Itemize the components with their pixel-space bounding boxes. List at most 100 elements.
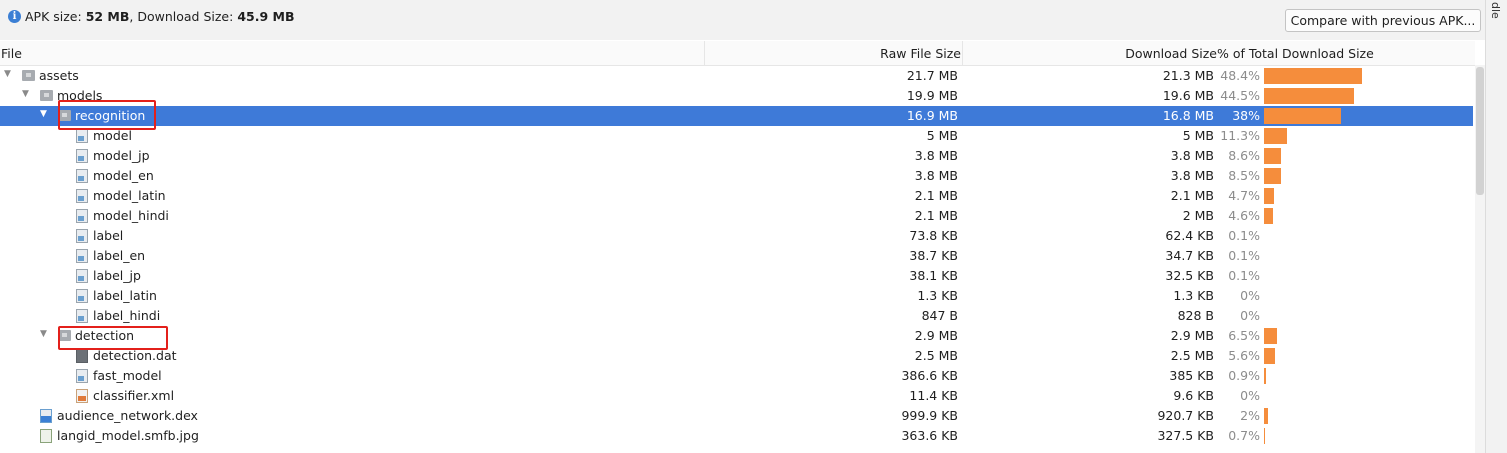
apk-size-label: APK size: <box>25 9 86 24</box>
download-size: 3.8 MB <box>1170 148 1214 163</box>
percent-of-total: 4.7% <box>1228 188 1260 203</box>
file-icon <box>76 369 88 383</box>
file-icon <box>76 309 88 323</box>
file-name: label_hindi <box>93 308 161 323</box>
file-name: label_jp <box>93 268 141 283</box>
file-icon <box>76 209 88 223</box>
tree-row-model-hindi[interactable]: model_hindi 2.1 MB 2 MB 4.6% <box>0 206 1473 226</box>
apk-size-value: 52 MB <box>85 9 130 24</box>
tree-row-model[interactable]: model 5 MB 5 MB 11.3% <box>0 126 1473 146</box>
percent-of-total: 2% <box>1240 408 1260 423</box>
raw-file-size: 386.6 KB <box>901 368 958 383</box>
file-name: model_hindi <box>93 208 169 223</box>
tree-row-label-hindi[interactable]: label_hindi 847 B 828 B 0% <box>0 306 1473 326</box>
raw-file-size: 999.9 KB <box>901 408 958 423</box>
size-share-bar <box>1264 328 1277 344</box>
tree-row-assets[interactable]: ▼ assets 21.7 MB 21.3 MB 48.4% <box>0 66 1473 86</box>
column-divider[interactable] <box>962 41 963 65</box>
compare-apk-button[interactable]: Compare with previous APK... <box>1285 9 1481 32</box>
file-icon <box>76 249 88 263</box>
image-file-icon <box>40 429 52 443</box>
file-tree-table: ▼ assets 21.7 MB 21.3 MB 48.4% ▼ models 19.9 MB… <box>0 66 1475 446</box>
column-header-percent[interactable]: % of Total Download Size <box>1217 46 1374 61</box>
tree-row-classifier-xml[interactable]: classifier.xml 11.4 KB 9.6 KB 0% <box>0 386 1473 406</box>
percent-of-total: 48.4% <box>1220 68 1260 83</box>
size-share-bar <box>1264 208 1273 224</box>
download-size: 16.8 MB <box>1162 108 1214 123</box>
expand-arrow-icon[interactable]: ▼ <box>22 89 29 99</box>
download-size: 2.1 MB <box>1170 188 1214 203</box>
tree-row-langid-model-smfb-jpg[interactable]: langid_model.smfb.jpg 363.6 KB 327.5 KB 0.7… <box>0 426 1473 446</box>
size-share-bar <box>1264 348 1275 364</box>
tree-row-detection-dat[interactable]: detection.dat 2.5 MB 2.5 MB 5.6% <box>0 346 1473 366</box>
size-share-bar <box>1264 108 1341 124</box>
tree-row-model-latin[interactable]: model_latin 2.1 MB 2.1 MB 4.7% <box>0 186 1473 206</box>
download-size: 1.3 KB <box>1173 288 1214 303</box>
size-share-bar <box>1264 408 1268 424</box>
tree-row-label-jp[interactable]: label_jp 38.1 KB 32.5 KB 0.1% <box>0 266 1473 286</box>
highlight-box-recognition <box>58 100 156 130</box>
download-size: 62.4 KB <box>1165 228 1214 243</box>
raw-file-size: 2.9 MB <box>914 328 958 343</box>
raw-file-size: 2.1 MB <box>914 208 958 223</box>
side-tool-tab[interactable]: dle <box>1489 2 1502 19</box>
download-size-label: , Download Size: <box>129 9 238 24</box>
percent-of-total: 11.3% <box>1220 128 1260 143</box>
raw-file-size: 3.8 MB <box>914 168 958 183</box>
dat-file-icon <box>76 349 88 363</box>
file-icon <box>76 169 88 183</box>
raw-file-size: 2.1 MB <box>914 188 958 203</box>
raw-file-size: 847 B <box>921 308 958 323</box>
tree-row-label[interactable]: label 73.8 KB 62.4 KB 0.1% <box>0 226 1473 246</box>
file-name: langid_model.smfb.jpg <box>57 428 199 443</box>
size-share-bar <box>1264 128 1287 144</box>
expand-arrow-icon[interactable]: ▼ <box>4 69 11 79</box>
file-name: model_en <box>93 168 154 183</box>
download-size: 327.5 KB <box>1157 428 1214 443</box>
download-size: 2.5 MB <box>1170 348 1214 363</box>
download-size: 3.8 MB <box>1170 168 1214 183</box>
download-size: 32.5 KB <box>1165 268 1214 283</box>
file-icon <box>76 149 88 163</box>
tree-row-model-en[interactable]: model_en 3.8 MB 3.8 MB 8.5% <box>0 166 1473 186</box>
highlight-box-detection <box>58 326 168 350</box>
download-size: 385 KB <box>1169 368 1214 383</box>
expand-arrow-icon[interactable]: ▼ <box>40 109 47 119</box>
table-header: File Raw File Size Download Size % of To… <box>0 41 1475 66</box>
percent-of-total: 0.9% <box>1228 368 1260 383</box>
tree-row-audience-network-dex[interactable]: audience_network.dex 999.9 KB 920.7 KB 2% <box>0 406 1473 426</box>
tree-row-detection[interactable]: ▼ detection 2.9 MB 2.9 MB 6.5% <box>0 326 1473 346</box>
raw-file-size: 11.4 KB <box>909 388 958 403</box>
column-header-file[interactable]: File <box>1 46 22 61</box>
download-size: 19.6 MB <box>1162 88 1214 103</box>
folder-icon <box>40 90 53 101</box>
tree-row-recognition[interactable]: ▼ recognition 16.9 MB 16.8 MB 38% <box>0 106 1473 126</box>
size-share-bar <box>1264 428 1265 444</box>
raw-file-size: 21.7 MB <box>906 68 958 83</box>
tree-row-label-latin[interactable]: label_latin 1.3 KB 1.3 KB 0% <box>0 286 1473 306</box>
scrollbar-thumb[interactable] <box>1476 67 1484 195</box>
file-icon <box>76 129 88 143</box>
column-header-raw-size[interactable]: Raw File Size <box>700 46 961 61</box>
tree-row-label-en[interactable]: label_en 38.7 KB 34.7 KB 0.1% <box>0 246 1473 266</box>
tree-row-model-jp[interactable]: model_jp 3.8 MB 3.8 MB 8.6% <box>0 146 1473 166</box>
file-name: assets <box>39 68 79 83</box>
file-icon <box>76 269 88 283</box>
tree-row-models[interactable]: ▼ models 19.9 MB 19.6 MB 44.5% <box>0 86 1473 106</box>
expand-arrow-icon[interactable]: ▼ <box>40 329 47 339</box>
percent-of-total: 0.1% <box>1228 248 1260 263</box>
column-header-download-size[interactable]: Download Size <box>1000 46 1217 61</box>
folder-icon <box>22 70 35 81</box>
percent-of-total: 8.5% <box>1228 168 1260 183</box>
file-icon <box>76 229 88 243</box>
tree-row-fast-model[interactable]: fast_model 386.6 KB 385 KB 0.9% <box>0 366 1473 386</box>
info-icon: i <box>8 10 21 23</box>
file-icon <box>76 289 88 303</box>
size-share-bar <box>1264 168 1281 184</box>
percent-of-total: 0% <box>1240 388 1260 403</box>
download-size: 828 B <box>1177 308 1214 323</box>
file-name: audience_network.dex <box>57 408 198 423</box>
file-icon <box>76 189 88 203</box>
percent-of-total: 5.6% <box>1228 348 1260 363</box>
raw-file-size: 16.9 MB <box>906 108 958 123</box>
